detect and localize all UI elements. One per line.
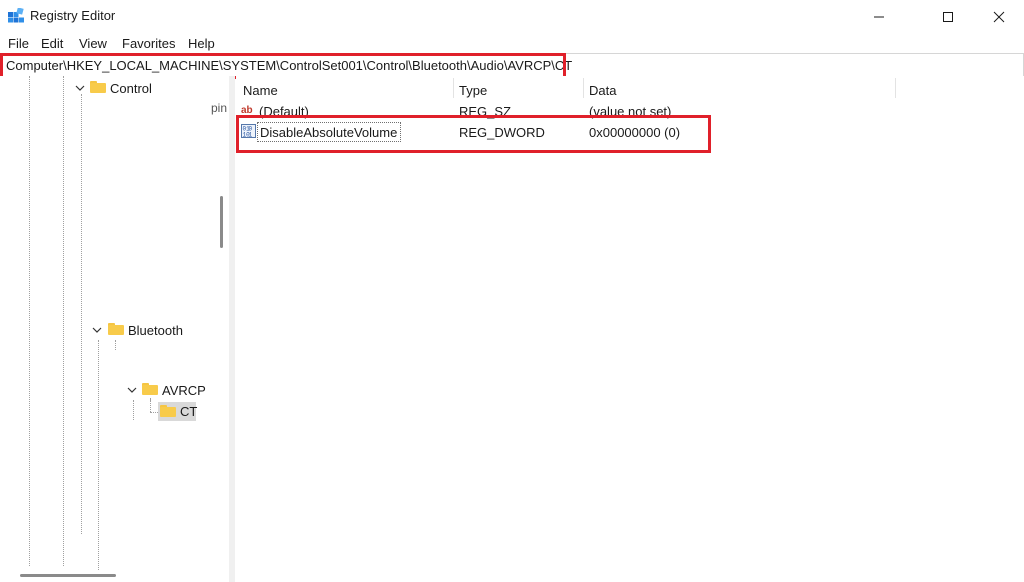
tree-guide (150, 398, 151, 412)
column-header-data[interactable]: Data (589, 83, 616, 98)
tree-item-control[interactable]: Control (110, 81, 152, 96)
tree-item-ct[interactable]: CT (180, 404, 197, 419)
tree-guide (29, 76, 30, 566)
tree-guide (150, 412, 158, 413)
maximize-icon (943, 11, 953, 22)
tree-guide (81, 94, 82, 534)
column-divider[interactable] (895, 78, 896, 98)
minimize-button[interactable] (856, 0, 902, 33)
minimize-icon (874, 16, 884, 17)
title-bar: Registry Editor (0, 0, 1024, 33)
column-divider[interactable] (583, 78, 584, 98)
tree-guide (63, 76, 64, 566)
menu-help[interactable]: Help (188, 36, 215, 51)
menu-file[interactable]: File (8, 36, 29, 51)
key-tree: Control Bluetooth AVRCP CT pin (0, 76, 229, 582)
tree-item-avrcp[interactable]: AVRCP (162, 383, 206, 398)
close-button[interactable] (976, 0, 1022, 33)
menu-view[interactable]: View (79, 36, 107, 51)
chevron-down-icon[interactable] (92, 325, 102, 335)
column-header-type[interactable]: Type (459, 83, 487, 98)
folder-icon (160, 405, 176, 417)
pane-splitter[interactable] (229, 76, 235, 582)
window-title: Registry Editor (30, 8, 116, 23)
tree-guide (98, 340, 99, 570)
value-highlight-box (236, 115, 711, 153)
chevron-down-icon[interactable] (127, 385, 137, 395)
column-header-name[interactable]: Name (243, 83, 278, 98)
registry-editor-icon (8, 8, 24, 23)
menu-bar: File Edit View Favorites Help (0, 33, 1024, 53)
column-divider[interactable] (453, 78, 454, 98)
tree-horizontal-scrollbar[interactable] (20, 574, 116, 577)
menu-edit[interactable]: Edit (41, 36, 63, 51)
chevron-down-icon[interactable] (75, 83, 85, 93)
folder-icon (142, 383, 158, 395)
menu-favorites[interactable]: Favorites (122, 36, 175, 51)
tree-guide (115, 340, 116, 350)
tree-item-bluetooth[interactable]: Bluetooth (128, 323, 183, 338)
maximize-button[interactable] (925, 0, 971, 33)
close-icon (993, 11, 1005, 22)
truncated-text: pin (211, 101, 228, 115)
folder-icon (108, 323, 124, 335)
tree-guide (133, 400, 134, 420)
tree-vertical-scrollbar[interactable] (220, 196, 223, 248)
folder-icon (90, 81, 106, 93)
